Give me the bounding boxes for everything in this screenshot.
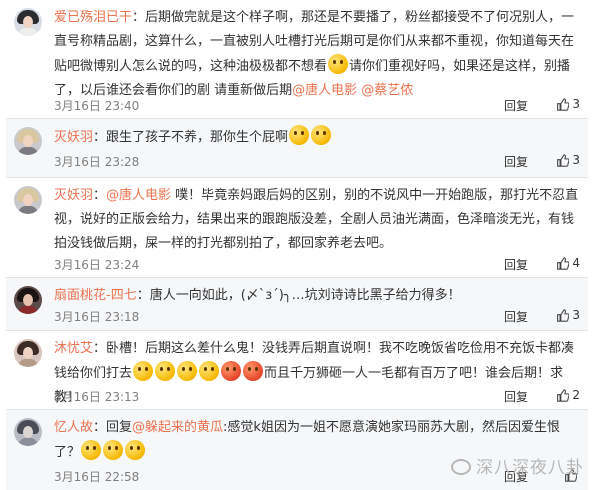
- emoji-icon: [289, 125, 310, 145]
- comment-author[interactable]: 灭妖羽: [54, 188, 93, 203]
- like-button[interactable]: 3: [544, 153, 580, 167]
- comment-author[interactable]: 爱已殇泪已干: [54, 10, 132, 25]
- comment-author[interactable]: 灭妖羽: [54, 130, 93, 145]
- avatar[interactable]: [14, 8, 42, 36]
- comment-time: 3月16日 23:28: [54, 155, 140, 169]
- comment-body: 灭妖羽：跟生了孩子不养，那你生个屁啊: [54, 125, 580, 150]
- comment-item: 灭妖羽：跟生了孩子不养，那你生个屁啊 3月16日 23:28 回复 3: [6, 119, 588, 177]
- avatar[interactable]: [14, 186, 42, 214]
- mention-link[interactable]: @蔡艺侬: [361, 83, 413, 98]
- comment-body: 灭妖羽：@唐人电影 噗！毕竟亲妈跟后妈的区别，别的不说风中一开始跑版，那打光不忍…: [54, 188, 579, 251]
- emoji-icon: [311, 125, 332, 145]
- comment-author[interactable]: 扇面桃花-四七: [54, 288, 137, 303]
- like-button[interactable]: 4: [544, 256, 580, 270]
- comment-time: 3月16日 23:13: [54, 390, 140, 404]
- emoji-icon: [81, 440, 102, 460]
- avatar[interactable]: [14, 339, 42, 367]
- comment-author[interactable]: 沐忧艾: [54, 341, 93, 356]
- like-button[interactable]: 3: [544, 308, 580, 322]
- like-button[interactable]: 2: [544, 388, 580, 402]
- emoji-icon: [155, 361, 176, 381]
- emoji-icon: [243, 361, 264, 381]
- mention-link[interactable]: @唐人电影: [292, 83, 357, 98]
- reply-button[interactable]: 回复: [504, 308, 528, 325]
- comment-item: 忆人故：回复@躲起来的黄瓜:感觉k姐因为一姐不愿意演她家玛丽苏大剧，然后因爱生恨…: [6, 410, 588, 490]
- reply-button[interactable]: 回复: [504, 97, 528, 114]
- comment-item: 爱已殇泪已干：后期做完就是这个样子啊，那还是不要播了，粉丝都接受不了何况别人，一…: [6, 0, 588, 118]
- emoji-icon: [133, 361, 154, 381]
- comment-time: 3月16日 23:18: [54, 310, 140, 324]
- thumbs-up-icon: [557, 98, 570, 111]
- avatar[interactable]: [14, 286, 42, 314]
- avatar[interactable]: [14, 127, 42, 155]
- comment-time: 3月16日 22:58: [54, 470, 140, 484]
- avatar[interactable]: [14, 418, 42, 446]
- emoji-icon: [103, 440, 124, 460]
- thumbs-up-icon: [557, 257, 570, 270]
- reply-button[interactable]: 回复: [504, 388, 528, 405]
- comment-item: 灭妖羽：@唐人电影 噗！毕竟亲妈跟后妈的区别，别的不说风中一开始跑版，那打光不忍…: [6, 178, 588, 277]
- emoji-icon: [177, 361, 198, 381]
- wechat-icon: [451, 459, 471, 475]
- comment-item: 沐忧艾：卧槽！后期这么差什么鬼！没钱弄后期直说啊！我不吃晚饭省吃俭用不充饭卡都凑…: [6, 331, 588, 409]
- comment-item: 扇面桃花-四七：唐人一向如此，(〆`з´)╮…坑刘诗诗比黑子给力得多！ 3月16…: [6, 278, 588, 330]
- emoji-icon: [125, 440, 146, 460]
- comment-body: 扇面桃花-四七：唐人一向如此，(〆`з´)╮…坑刘诗诗比黑子给力得多！: [54, 288, 461, 303]
- mention-link[interactable]: @唐人电影: [106, 188, 171, 203]
- reply-button[interactable]: 回复: [504, 256, 528, 273]
- thumbs-up-icon: [557, 154, 570, 167]
- comment-time: 3月16日 23:24: [54, 258, 140, 272]
- emoji-icon: [328, 54, 349, 74]
- comment-body: 爱已殇泪已干：后期做完就是这个样子啊，那还是不要播了，粉丝都接受不了何况别人，一…: [54, 10, 575, 98]
- watermark: 深八深夜八卦: [451, 453, 584, 478]
- emoji-icon: [221, 361, 242, 381]
- comment-time: 3月16日 23:40: [54, 99, 140, 113]
- comment-author[interactable]: 忆人故: [54, 420, 93, 435]
- thumbs-up-icon: [557, 309, 570, 322]
- mention-link[interactable]: @躲起来的黄瓜: [132, 420, 223, 435]
- thumbs-up-icon: [557, 389, 570, 402]
- emoji-icon: [199, 361, 220, 381]
- reply-button[interactable]: 回复: [504, 153, 528, 170]
- like-button[interactable]: 3: [544, 97, 580, 111]
